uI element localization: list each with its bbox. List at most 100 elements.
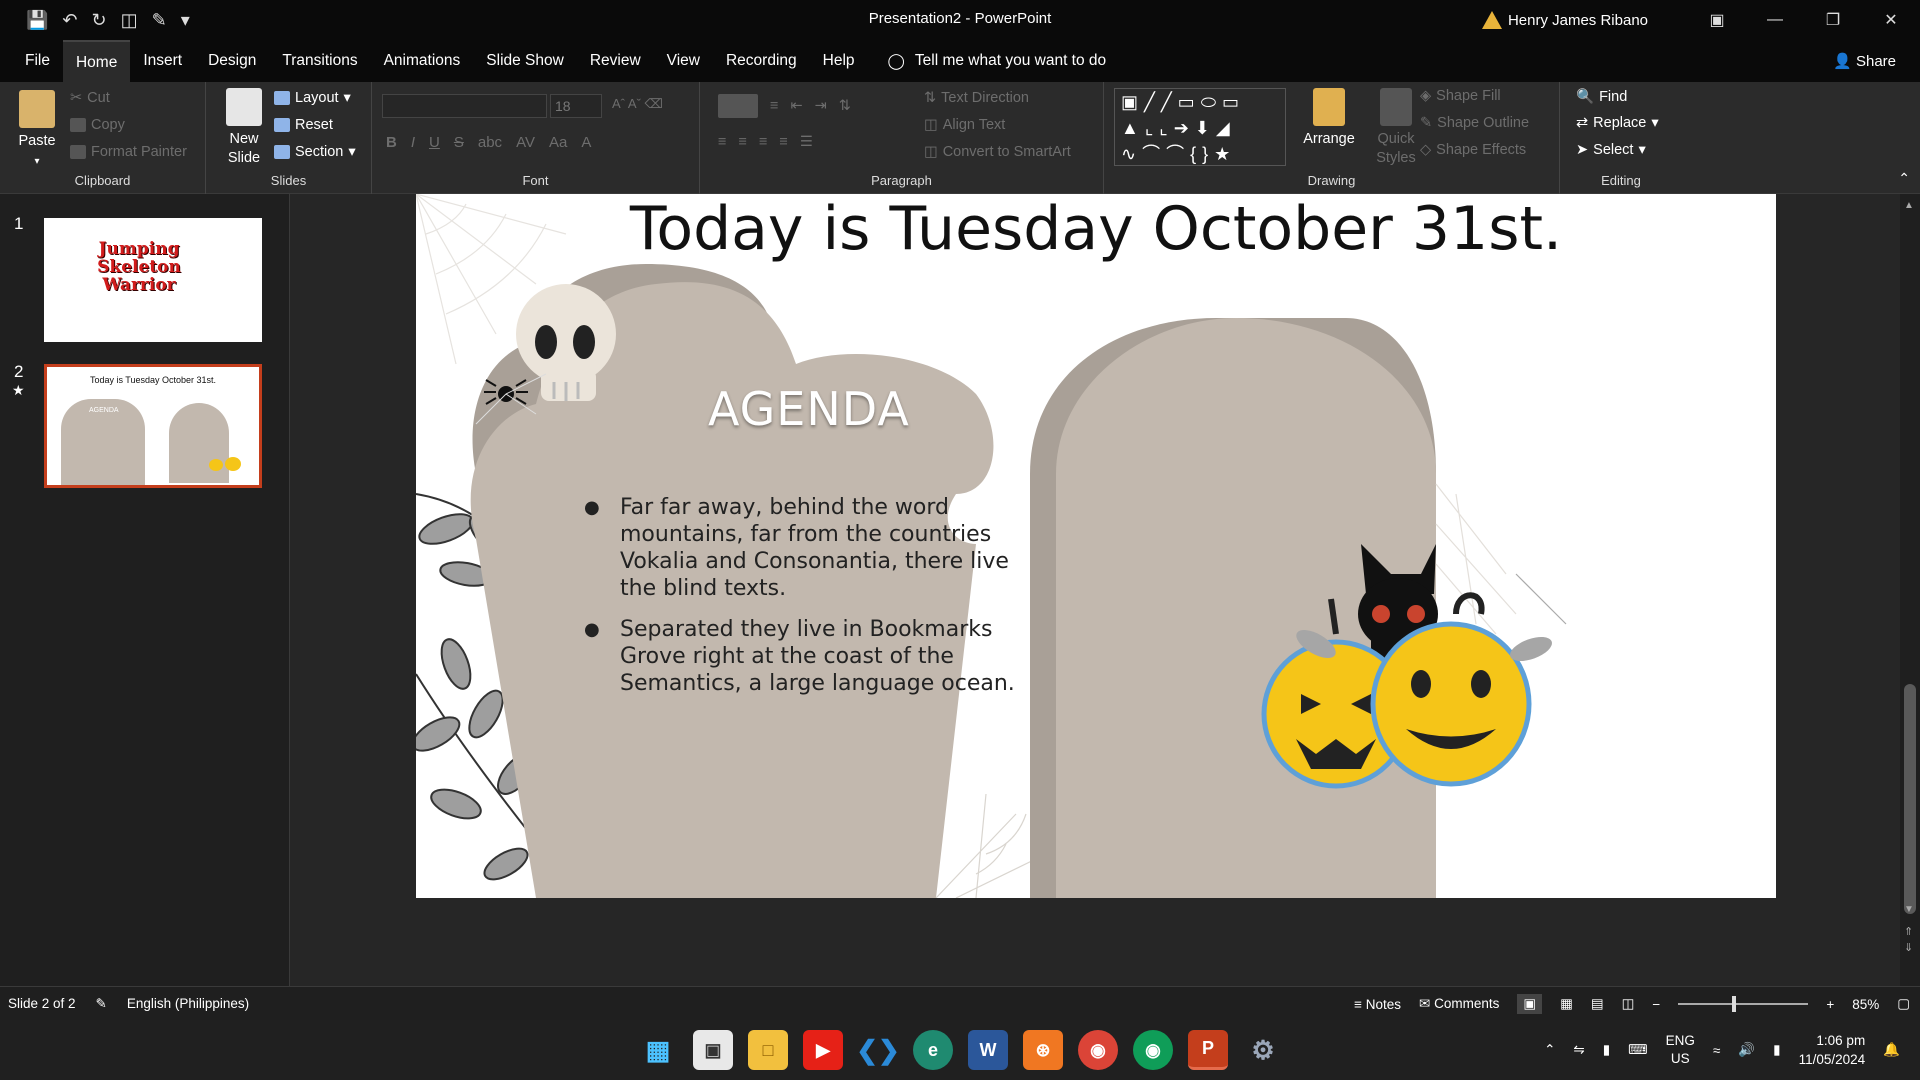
windows-start-icon[interactable]: ▦ — [638, 1030, 678, 1070]
reset-button[interactable]: Reset — [274, 117, 333, 133]
paste-button[interactable]: Paste ▾ — [12, 90, 62, 171]
tab-review[interactable]: Review — [577, 40, 654, 82]
word-icon[interactable]: W — [968, 1030, 1008, 1070]
microsoft-store-icon[interactable]: ▣ — [693, 1030, 733, 1070]
tab-transitions[interactable]: Transitions — [269, 40, 370, 82]
slide-thumbnail-2[interactable]: Today is Tuesday October 31st. AGENDA — [44, 364, 262, 488]
tab-file[interactable]: File — [12, 40, 63, 82]
select-button[interactable]: ➤ Select ▾ — [1576, 142, 1646, 158]
convert-smartart-button[interactable]: ◫ Convert to SmartArt — [924, 144, 1071, 160]
notes-button[interactable]: ≡ Notes — [1354, 997, 1401, 1012]
agenda-bullet-list[interactable]: Far far away, behind the word mountains,… — [584, 494, 1034, 711]
volume-icon[interactable]: 🔊 — [1738, 1042, 1755, 1058]
slide-title[interactable]: Today is Tuesday October 31st. — [566, 194, 1626, 264]
file-explorer-icon[interactable]: □ — [748, 1030, 788, 1070]
alignment-buttons[interactable]: ≡ ≡ ≡ ≡ ☰ — [718, 134, 813, 150]
tab-animations[interactable]: Animations — [371, 40, 474, 82]
font-group: 18 Aˆ Aˇ ⌫ B I U Sabc AV Aa A Font — [372, 82, 700, 194]
tab-recording[interactable]: Recording — [713, 40, 810, 82]
wifi-icon[interactable]: ≈ — [1713, 1043, 1720, 1058]
customize-qat-icon[interactable]: ▾ — [181, 10, 190, 31]
notification-bell-icon[interactable]: 🔔 — [1883, 1042, 1900, 1058]
powerpoint-icon[interactable]: P — [1188, 1030, 1228, 1070]
accessibility-icon[interactable]: ✎ — [96, 996, 107, 1012]
effects-icon: ◇ — [1420, 142, 1432, 158]
new-slide-button[interactable]: New Slide — [216, 88, 272, 168]
tell-me-search[interactable]: ◯ Tell me what you want to do — [888, 52, 1107, 71]
tray-app-icon[interactable]: ⇋ — [1573, 1042, 1584, 1058]
prev-next-slide-icons[interactable]: ⇑ ⇓ — [1904, 924, 1913, 956]
language-switcher[interactable]: ENG US — [1666, 1032, 1695, 1068]
fit-slide-icon[interactable]: ▢ — [1897, 996, 1910, 1012]
slideshow-view-icon[interactable]: ◫ — [1622, 996, 1635, 1012]
undo-icon[interactable]: ↶ — [62, 10, 77, 31]
agenda-heading[interactable]: AGENDA — [708, 382, 910, 436]
format-painter-button[interactable]: Format Painter — [70, 144, 187, 160]
layout-button[interactable]: Layout ▾ — [274, 90, 351, 106]
redo-icon[interactable]: ↻ — [92, 10, 107, 31]
tray-mic-icon[interactable]: ▮ — [1603, 1042, 1610, 1058]
font-size-buttons[interactable]: Aˆ Aˇ ⌫ — [612, 96, 663, 112]
slide-sorter-icon[interactable]: ▦ — [1560, 996, 1573, 1012]
tab-help[interactable]: Help — [810, 40, 868, 82]
zoom-slider-knob[interactable] — [1732, 996, 1737, 1012]
chrome-profile-icon[interactable]: ◉ — [1133, 1030, 1173, 1070]
scroll-up-icon[interactable]: ▲ — [1904, 200, 1914, 211]
copy-button[interactable]: Copy — [70, 117, 125, 133]
zoom-in-icon[interactable]: + — [1826, 997, 1834, 1012]
text-direction-button[interactable]: ⇅ Text Direction — [924, 90, 1029, 106]
collapse-ribbon-icon[interactable]: ⌃ — [1898, 170, 1910, 187]
youtube-icon[interactable]: ▶ — [803, 1030, 843, 1070]
start-from-beginning-icon[interactable]: ◫ — [121, 10, 138, 31]
battery-icon[interactable]: ▮ — [1773, 1042, 1780, 1058]
language-indicator[interactable]: English (Philippines) — [127, 996, 249, 1011]
keyboard-icon[interactable]: ⌨ — [1628, 1042, 1648, 1058]
comments-button[interactable]: ✉ Comments — [1419, 996, 1499, 1012]
quick-styles-button[interactable]: Quick Styles — [1366, 88, 1426, 168]
zoom-level[interactable]: 85% — [1852, 997, 1879, 1012]
scroll-down-icon[interactable]: ▼ — [1904, 904, 1914, 915]
scrollbar-thumb[interactable] — [1904, 684, 1916, 914]
shape-effects-button[interactable]: ◇ Shape Effects — [1420, 142, 1526, 158]
replace-button[interactable]: ⇄ Replace ▾ — [1576, 115, 1659, 131]
font-size-box[interactable]: 18 — [550, 94, 602, 118]
restore-button[interactable]: ❐ — [1804, 10, 1862, 30]
tab-insert[interactable]: Insert — [130, 40, 195, 82]
slide-thumbnail-1[interactable]: Jumping Skeleton Warrior — [44, 218, 262, 342]
cut-button[interactable]: ✂ Cut — [70, 90, 110, 106]
tab-home[interactable]: Home — [62, 40, 131, 82]
clock[interactable]: 1:06 pm 11/05/2024 — [1799, 1031, 1866, 1069]
zoom-out-icon[interactable]: − — [1652, 997, 1660, 1012]
share-button[interactable]: 👤 Share — [1833, 52, 1896, 70]
slide-canvas[interactable]: Today is Tuesday October 31st. AGENDA Fa… — [416, 194, 1776, 898]
list-buttons[interactable]: ≡ ⇤ ⇥ ⇅ — [718, 94, 851, 118]
section-button[interactable]: Section ▾ — [274, 144, 356, 160]
shape-fill-button[interactable]: ◈ Shape Fill — [1420, 88, 1501, 104]
xampp-icon[interactable]: ⊛ — [1023, 1030, 1063, 1070]
shape-outline-button[interactable]: ✎ Shape Outline — [1420, 115, 1529, 131]
font-format-buttons[interactable]: B I U Sabc AV Aa A — [386, 134, 591, 151]
tab-design[interactable]: Design — [195, 40, 269, 82]
vscode-icon[interactable]: ❮❯ — [856, 1030, 900, 1070]
normal-view-icon[interactable]: ▣ — [1517, 994, 1543, 1014]
align-text-button[interactable]: ◫ Align Text — [924, 117, 1005, 133]
ribbon-display-options-icon[interactable]: ▣ — [1688, 10, 1746, 30]
tab-slide-show[interactable]: Slide Show — [473, 40, 577, 82]
find-button[interactable]: 🔍 Find — [1576, 88, 1627, 106]
user-account[interactable]: Henry James Ribano — [1481, 11, 1648, 29]
tab-view[interactable]: View — [654, 40, 713, 82]
save-icon[interactable]: 💾 — [26, 10, 48, 31]
arrange-button[interactable]: Arrange — [1296, 88, 1362, 149]
chevron-up-icon[interactable]: ⌃ — [1544, 1042, 1555, 1058]
minimize-button[interactable]: — — [1746, 11, 1804, 29]
reading-view-icon[interactable]: ▤ — [1591, 996, 1604, 1012]
chrome-icon[interactable]: ◉ — [1078, 1030, 1118, 1070]
edge-icon[interactable]: e — [913, 1030, 953, 1070]
font-name-box[interactable] — [382, 94, 547, 118]
vertical-scrollbar[interactable]: ▲ ▼ ⇑ ⇓ — [1900, 194, 1920, 986]
settings-icon[interactable]: ⚙ — [1243, 1030, 1283, 1070]
close-button[interactable]: ✕ — [1862, 10, 1920, 30]
draw-icon[interactable]: ✎ — [152, 10, 167, 31]
shapes-gallery[interactable]: ▣╱╱▭⬭▭ ▲⌞⌞➔⬇◢ ∿⌒⌒{}★ — [1114, 88, 1286, 166]
zoom-slider[interactable] — [1678, 996, 1809, 1012]
